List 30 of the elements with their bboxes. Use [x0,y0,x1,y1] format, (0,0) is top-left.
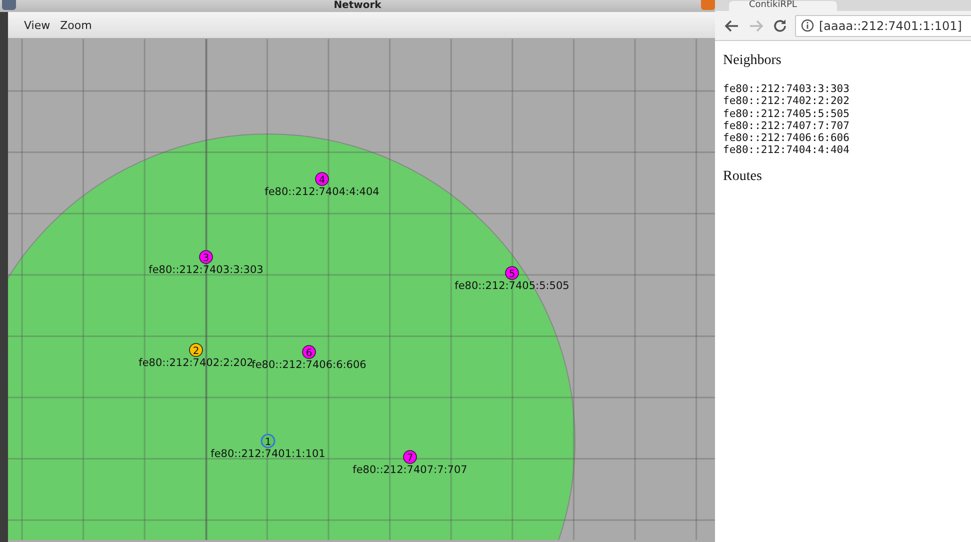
node-marker[interactable]: 7 [403,450,417,464]
neighbor-address: fe80::212:7407:7:707 [723,120,850,132]
section-heading: Routes [723,168,763,185]
node-marker[interactable]: 3 [199,250,213,264]
node-label: fe80::212:7407:7:707 [352,464,468,476]
node-label: fe80::212:7402:2:202 [138,357,254,369]
node-label: fe80::212:7403:3:303 [148,264,264,276]
network-canvas[interactable]: 4 fe80::212:7404:4:404 3 fe80::212:7403:3:303 5 fe80::212:7405:5:505 2 fe80::212:7402:2:202 6 fe80::212:7406:6:606 1 fe80::212:7401:1:101 7 fe80::212:7407:7:707 [8,39,715,542]
address-bar[interactable]: [aaaa::212:7401:1:101] [795,14,971,36]
node-label: fe80::212:7404:4:404 [264,186,380,198]
info-icon[interactable] [801,19,814,32]
menu-icon[interactable] [2,0,16,10]
neighbor-address: fe80::212:7403:3:303 [723,83,850,96]
node-marker[interactable]: 5 [505,266,519,280]
neighbor-address: fe80::212:7405:5:505 [723,108,850,120]
node-label: fe80::212:7406:6:606 [252,359,366,371]
node-marker[interactable]: 6 [302,345,316,359]
node-marker[interactable]: 1 [260,434,276,448]
neighbor-address: fe80::212:7406:6:606 [723,132,850,144]
section-heading: Neighbors [723,53,782,69]
node-marker[interactable]: 2 [189,343,203,357]
menu-item[interactable]: Zoom [60,18,92,32]
node-marker[interactable]: 4 [315,172,329,186]
window-title: Network [334,1,382,11]
node-label: fe80::212:7401:1:101 [210,448,326,460]
menu-item[interactable]: View [24,18,50,32]
browser-tab[interactable]: ContikiRPL [729,1,837,11]
neighbor-address: fe80::212:7402:2:202 [723,95,850,108]
node-label: fe80::212:7405:5:505 [454,280,570,292]
neighbor-address: fe80::212:7404:4:404 [723,144,850,157]
